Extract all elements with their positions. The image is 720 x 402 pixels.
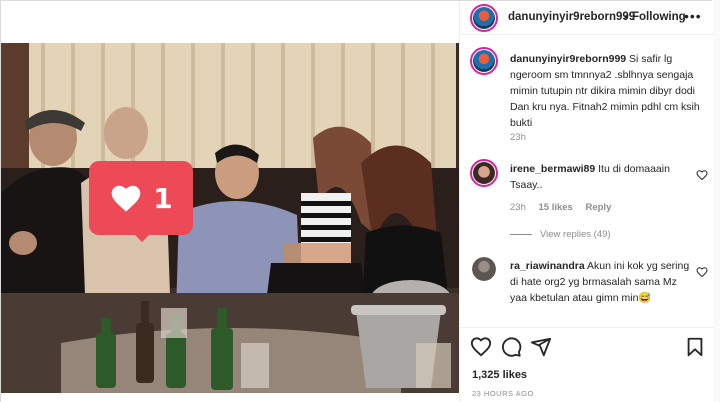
more-options-icon[interactable]: ••• (684, 8, 702, 24)
author-username[interactable]: danunyinyir9reborn999 (508, 11, 635, 23)
view-replies-label[interactable]: View replies (49) (540, 229, 611, 240)
comment-time: 23h (510, 202, 526, 213)
comment-meta: 23h 15 likes Reply (510, 202, 621, 213)
comment-icon[interactable] (500, 336, 522, 358)
heart-icon[interactable] (470, 336, 492, 358)
photo-top-area (1, 1, 459, 31)
page: 1 danunyinyir9reborn999 • Following ••• … (0, 0, 720, 402)
photo-column: 1 (1, 1, 459, 402)
following-button[interactable]: Following (632, 11, 686, 23)
caption-avatar[interactable] (470, 47, 498, 75)
post-header: danunyinyir9reborn999 • Following ••• (460, 1, 714, 35)
comment-username[interactable]: ra_riawinandra (510, 260, 585, 272)
share-icon[interactable] (530, 336, 552, 358)
comment-item: irene_bermawi89 Itu di domaaain Tsaay.. (510, 161, 690, 193)
comment-like-icon[interactable] (696, 266, 708, 278)
comment-avatar[interactable] (470, 159, 498, 187)
bookmark-icon[interactable] (684, 336, 706, 358)
likes-count[interactable]: 1,325 likes (472, 369, 527, 381)
post-container: 1 danunyinyir9reborn999 • Following ••• … (0, 0, 714, 402)
comment-item: ra_riawinandra Akun ini kok yg sering di… (510, 258, 690, 306)
comment-likes[interactable]: 15 likes (539, 202, 573, 213)
comment-avatar[interactable] (472, 257, 496, 281)
photo-image (1, 43, 459, 393)
heart-icon (111, 185, 141, 212)
reply-button[interactable]: Reply (585, 202, 611, 213)
post-sidebar: danunyinyir9reborn999 • Following ••• da… (459, 1, 714, 402)
comment-like-icon[interactable] (696, 169, 708, 181)
separator-dot: • (624, 10, 629, 24)
caption-username[interactable]: danunyinyir9reborn999 (510, 53, 626, 65)
like-badge-count: 1 (153, 181, 173, 215)
post-photo[interactable]: 1 (1, 43, 459, 393)
action-bar (460, 327, 714, 367)
like-notification-badge: 1 (89, 161, 193, 242)
caption: danunyinyir9reborn999 Si safir lg ngeroo… (510, 51, 705, 131)
post-timestamp: 23 HOURS AGO (472, 389, 534, 398)
comment-username[interactable]: irene_bermawi89 (510, 163, 595, 175)
caption-time: 23h (510, 132, 526, 143)
author-avatar[interactable] (470, 4, 498, 32)
view-replies-button[interactable]: View replies (49) (510, 229, 611, 240)
